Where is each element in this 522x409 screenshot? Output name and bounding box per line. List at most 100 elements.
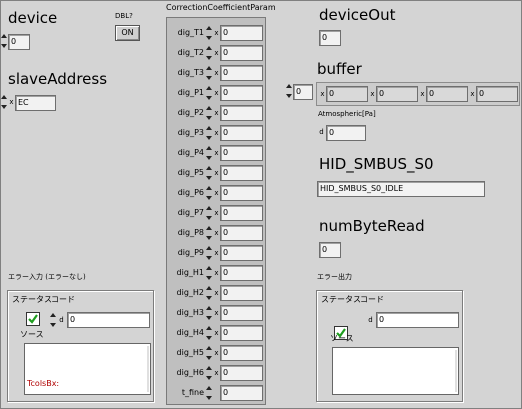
- ccp-spinner-dig-h1[interactable]: [206, 266, 212, 280]
- hid-smbus-label: HID_SMBUS_S0: [319, 155, 434, 173]
- ccp-field-dig-h1[interactable]: 0: [220, 265, 263, 281]
- ccp-radix-dig-p5[interactable]: x: [213, 166, 220, 180]
- ccp-label-dig-t2: dig_T2: [177, 48, 204, 57]
- error-out-source-box: [332, 347, 459, 395]
- ccp-label-dig-p2: dig_P2: [177, 108, 204, 117]
- ccp-label-dig-h2: dig_H2: [176, 288, 204, 297]
- ccp-spinner-dig-h5[interactable]: [206, 346, 212, 360]
- error-out-code-field: 0: [376, 312, 459, 328]
- ccp-spinner-dig-p7[interactable]: [206, 206, 212, 220]
- ccp-title: CorrectionCoefficientParam: [166, 3, 276, 12]
- ccp-radix-dig-p1[interactable]: x: [213, 86, 220, 100]
- ccp-field-dig-p8[interactable]: 0: [220, 225, 263, 241]
- ccp-label-dig-h6: dig_H6: [176, 368, 204, 377]
- ccp-field-dig-h5[interactable]: 0: [220, 345, 263, 361]
- ccp-field-dig-p6[interactable]: 0: [220, 185, 263, 201]
- slave-address-radix[interactable]: x: [8, 95, 15, 109]
- ccp-radix-dig-h5[interactable]: x: [213, 346, 220, 360]
- ccp-field-dig-h3[interactable]: 0: [220, 305, 263, 321]
- device-field[interactable]: 0: [8, 34, 30, 50]
- ccp-spinner-dig-p1[interactable]: [206, 86, 212, 100]
- ccp-field-dig-p1[interactable]: 0: [220, 85, 263, 101]
- buffer-index-spinner[interactable]: [286, 84, 292, 98]
- checkmark-icon: [28, 314, 38, 324]
- ccp-radix-dig-p2[interactable]: x: [213, 106, 220, 120]
- ccp-field-dig-p7[interactable]: 0: [220, 205, 263, 221]
- error-in-status-checkbox[interactable]: [26, 312, 40, 326]
- ccp-label-dig-p7: dig_P7: [177, 208, 204, 217]
- ccp-field-dig-p5[interactable]: 0: [220, 165, 263, 181]
- ccp-spinner-dig-p5[interactable]: [206, 166, 212, 180]
- buffer-index-field[interactable]: 0: [293, 84, 313, 100]
- num-byte-read-label: numByteRead: [319, 217, 425, 235]
- ccp-radix-dig-p9[interactable]: x: [213, 246, 220, 260]
- error-in-code-radix[interactable]: d: [58, 313, 65, 327]
- slave-address-spinner[interactable]: [1, 95, 7, 109]
- ccp-label-dig-h1: dig_H1: [176, 268, 204, 277]
- ccp-field-dig-h6[interactable]: 0: [220, 365, 263, 381]
- error-out-title: エラー出力: [317, 273, 352, 281]
- ccp-radix-dig-h3[interactable]: x: [213, 306, 220, 320]
- slave-address-field[interactable]: EC: [15, 95, 56, 111]
- ccp-label-dig-h3: dig_H3: [176, 308, 204, 317]
- atmospheric-field: 0: [326, 125, 366, 141]
- buffer-item-radix: x: [420, 90, 425, 98]
- error-in-code-field[interactable]: 0: [67, 312, 150, 328]
- ccp-radix-dig-p7[interactable]: x: [213, 206, 220, 220]
- ccp-field-dig-t3[interactable]: 0: [220, 65, 263, 81]
- ccp-field-dig-p4[interactable]: 0: [220, 145, 263, 161]
- ccp-radix-dig-h6[interactable]: x: [213, 366, 220, 380]
- ccp-spinner-dig-p6[interactable]: [206, 186, 212, 200]
- buffer-item-radix: x: [470, 90, 475, 98]
- ccp-spinner-dig-p3[interactable]: [206, 126, 212, 140]
- ccp-spinner-dig-h2[interactable]: [206, 286, 212, 300]
- ccp-field-t-fine[interactable]: 0: [220, 385, 263, 401]
- ccp-field-dig-p2[interactable]: 0: [220, 105, 263, 121]
- buffer-item-radix: x: [320, 90, 325, 98]
- atmospheric-label: Atmospheric[Pa]: [318, 110, 376, 118]
- device-spinner[interactable]: [1, 34, 7, 48]
- ccp-label-dig-p9: dig_P9: [177, 248, 204, 257]
- ccp-field-dig-t1[interactable]: 0: [220, 25, 263, 41]
- ccp-label-dig-p8: dig_P8: [177, 228, 204, 237]
- ccp-spinner-dig-h3[interactable]: [206, 306, 212, 320]
- ccp-spinner-dig-h4[interactable]: [206, 326, 212, 340]
- ccp-radix-dig-p4[interactable]: x: [213, 146, 220, 160]
- ccp-spinner-dig-p8[interactable]: [206, 226, 212, 240]
- atmospheric-radix: d: [319, 128, 324, 136]
- ccp-label-t-fine: t_fine: [181, 388, 204, 397]
- ccp-spinner-t-fine[interactable]: [206, 386, 212, 400]
- ccp-label-dig-h4: dig_H4: [176, 328, 204, 337]
- ccp-field-dig-t2[interactable]: 0: [220, 45, 263, 61]
- ccp-radix-dig-p8[interactable]: x: [213, 226, 220, 240]
- ccp-field-dig-h2[interactable]: 0: [220, 285, 263, 301]
- ccp-label-dig-t1: dig_T1: [177, 28, 204, 37]
- error-out-source-scrollbar: [455, 350, 457, 392]
- ccp-field-dig-h4[interactable]: 0: [220, 325, 263, 341]
- ccp-radix-dig-h1[interactable]: x: [213, 266, 220, 280]
- ccp-field-dig-p3[interactable]: 0: [220, 125, 263, 141]
- error-in-code-spinner[interactable]: [50, 313, 56, 327]
- ccp-spinner-dig-t2[interactable]: [206, 46, 212, 60]
- dbl-toggle-button[interactable]: ON: [115, 25, 140, 41]
- ccp-spinner-dig-p2[interactable]: [206, 106, 212, 120]
- hid-smbus-field: HID_SMBUS_S0_IDLE: [317, 181, 485, 197]
- ccp-spinner-dig-p4[interactable]: [206, 146, 212, 160]
- ccp-radix-dig-h2[interactable]: x: [213, 286, 220, 300]
- error-out-status-label: ステータス: [321, 295, 361, 304]
- ccp-radix-dig-t2[interactable]: x: [213, 46, 220, 60]
- ccp-radix-dig-p3[interactable]: x: [213, 126, 220, 140]
- ccp-radix-dig-p6[interactable]: x: [213, 186, 220, 200]
- ccp-radix-dig-h4[interactable]: x: [213, 326, 220, 340]
- ccp-spinner-dig-t3[interactable]: [206, 66, 212, 80]
- ccp-spinner-dig-p9[interactable]: [206, 246, 212, 260]
- ccp-spinner-dig-t1[interactable]: [206, 26, 212, 40]
- error-in-source-scrollbar[interactable]: [147, 346, 149, 392]
- ccp-spinner-dig-h6[interactable]: [206, 366, 212, 380]
- ccp-radix-dig-t3[interactable]: x: [213, 66, 220, 80]
- ccp-field-dig-p9[interactable]: 0: [220, 245, 263, 261]
- ccp-label-dig-p1: dig_P1: [177, 88, 204, 97]
- ccp-label-dig-p3: dig_P3: [177, 128, 204, 137]
- buffer-item-field: 0: [326, 86, 368, 102]
- ccp-radix-dig-t1[interactable]: x: [213, 26, 220, 40]
